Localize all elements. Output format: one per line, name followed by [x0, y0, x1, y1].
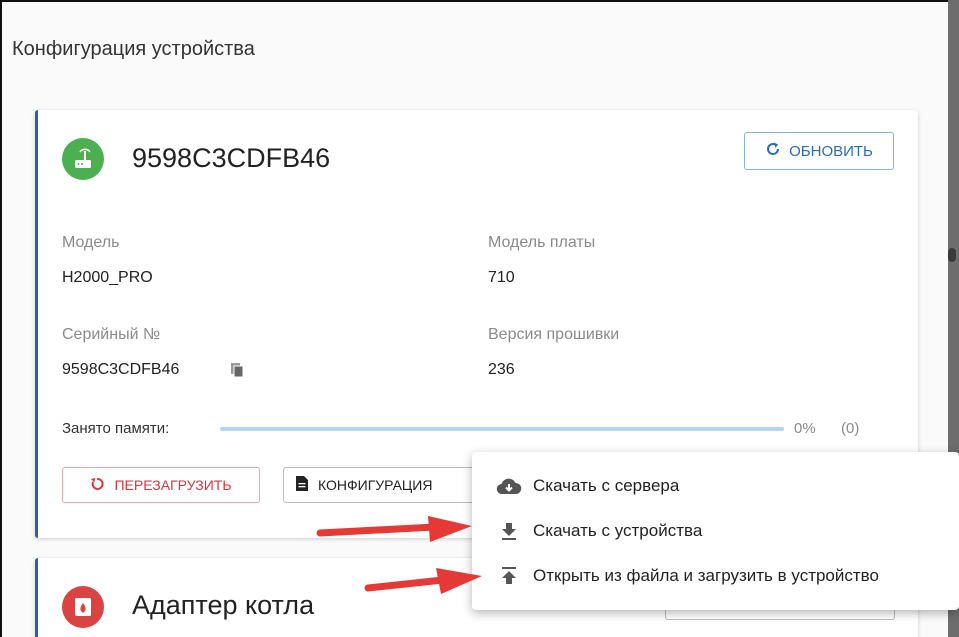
- annotation-arrow-icon: [364, 568, 482, 594]
- model-value: H2000_PRO: [62, 269, 153, 286]
- memory-label: Занято памяти:: [62, 420, 170, 437]
- refresh-button[interactable]: ОБНОВИТЬ: [744, 132, 894, 170]
- device-name: 9598C3CDFB46: [132, 143, 331, 173]
- menu-item-label: Скачать с устройства: [533, 521, 703, 540]
- configuration-label: КОНФИГУРАЦИЯ: [318, 477, 433, 493]
- menu-item-label: Открыть из файла и загрузить в устройств…: [533, 566, 879, 585]
- memory-count: (0): [841, 420, 860, 437]
- serial-label: Серийный №: [62, 326, 161, 343]
- memory-progress-bar: [220, 427, 784, 431]
- cloud-download-icon: [487, 477, 531, 495]
- boiler-icon: [62, 586, 104, 628]
- menu-item-upload-file[interactable]: Открыть из файла и загрузить в устройств…: [472, 554, 959, 598]
- model-label: Модель: [62, 234, 120, 251]
- board-model-value: 710: [488, 269, 515, 286]
- copy-icon[interactable]: [230, 362, 244, 383]
- refresh-icon: [765, 141, 781, 161]
- configuration-button[interactable]: КОНФИГУРАЦИЯ: [283, 467, 483, 503]
- board-model-label: Модель платы: [488, 234, 596, 251]
- scrollbar-thumb[interactable]: [948, 248, 956, 262]
- upload-icon: [487, 567, 531, 585]
- reboot-icon: [90, 477, 105, 494]
- annotation-arrow-icon: [316, 516, 472, 542]
- memory-percent: 0%: [794, 420, 816, 437]
- reboot-button[interactable]: ПЕРЕЗАГРУЗИТЬ: [62, 467, 260, 503]
- refresh-label: ОБНОВИТЬ: [789, 142, 873, 160]
- firmware-value: 236: [488, 361, 515, 378]
- configuration-dropdown-menu: Скачать с сервера Скачать с устройства О…: [472, 452, 959, 610]
- download-icon: [487, 522, 531, 540]
- file-icon: [296, 476, 308, 494]
- menu-item-download-device[interactable]: Скачать с устройства: [472, 509, 959, 553]
- menu-item-download-server[interactable]: Скачать с сервера: [472, 464, 959, 508]
- router-icon: [62, 138, 104, 180]
- adapter-name: Адаптер котла: [132, 590, 315, 620]
- menu-item-label: Скачать с сервера: [533, 476, 680, 495]
- serial-value: 9598C3CDFB46: [62, 361, 180, 378]
- firmware-label: Версия прошивки: [488, 326, 620, 343]
- page-title: Конфигурация устройства: [12, 38, 255, 60]
- reboot-label: ПЕРЕЗАГРУЗИТЬ: [114, 477, 232, 493]
